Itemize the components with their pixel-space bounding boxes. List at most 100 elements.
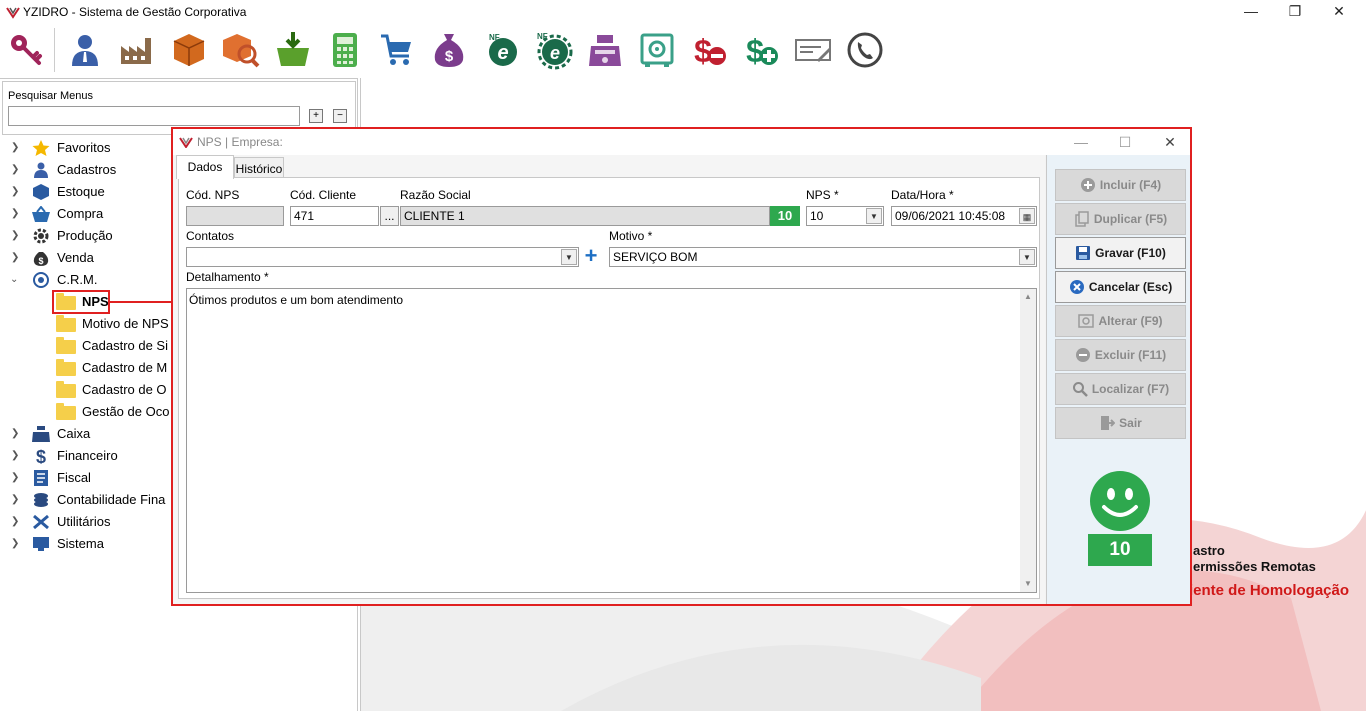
cash-register-icon (32, 426, 50, 442)
folder-icon (56, 403, 76, 420)
bg-text-homologacao: iente de Homologação (1189, 582, 1350, 599)
alterar-button[interactable]: Alterar (F9) (1055, 305, 1186, 337)
tree-expander[interactable]: ❯ (11, 467, 19, 489)
phone-icon[interactable] (845, 30, 885, 70)
tree-expander[interactable]: ❯ (11, 489, 19, 511)
tab-dados[interactable]: Dados (176, 155, 234, 179)
check-pen-icon[interactable] (793, 30, 833, 70)
svg-text:NF: NF (489, 33, 500, 42)
excluir-button[interactable]: Excluir (F11) (1055, 339, 1186, 371)
detalhamento-scrollbar[interactable]: ▲ ▼ (1020, 289, 1036, 592)
motivo-select[interactable]: SERVIÇO BOM ▼ (609, 247, 1037, 267)
dollar-minus-icon[interactable]: $ (689, 30, 729, 70)
scroll-up-icon[interactable]: ▲ (1020, 289, 1036, 305)
main-toolbar: $ e NF e NF $ $ (0, 24, 1366, 76)
chevron-down-icon[interactable]: ▼ (866, 208, 882, 224)
data-hora-label: Data/Hora * (891, 188, 954, 202)
minimize-button[interactable]: — (1228, 0, 1274, 24)
nfe-icon[interactable]: e NF (481, 30, 521, 70)
scroll-down-icon[interactable]: ▼ (1020, 576, 1036, 592)
collapse-all-button[interactable]: − (333, 109, 347, 123)
safe-icon[interactable] (637, 30, 677, 70)
tree-expander[interactable]: ❯ (11, 445, 19, 467)
app-title-bar: YZIDRO - Sistema de Gestão Corporativa —… (0, 0, 1366, 24)
dialog-close-button[interactable]: ✕ (1157, 132, 1183, 152)
dialog-minimize-button[interactable]: — (1068, 132, 1094, 152)
box-search-icon[interactable] (221, 30, 261, 70)
tree-expander[interactable]: ❯ (11, 423, 19, 445)
dollar-icon: $ (36, 448, 46, 464)
key-icon[interactable] (6, 30, 46, 70)
tree-expander[interactable]: ❯ (11, 159, 19, 181)
box-icon[interactable] (169, 30, 209, 70)
app-title: YZIDRO - Sistema de Gestão Corporativa (23, 5, 247, 19)
svg-text:$: $ (746, 33, 764, 69)
incluir-button[interactable]: Incluir (F4) (1055, 169, 1186, 201)
duplicar-button[interactable]: Duplicar (F5) (1055, 203, 1186, 235)
tree-expander[interactable]: ❯ (11, 137, 19, 159)
bg-text-permissoes: ermissões Remotas (1193, 559, 1316, 574)
cart-icon[interactable] (377, 30, 417, 70)
motivo-select-value: SERVIÇO BOM (613, 250, 698, 264)
maximize-button[interactable]: ❐ (1272, 0, 1318, 24)
expand-all-button[interactable]: + (309, 109, 323, 123)
gravar-button[interactable]: Gravar (F10) (1055, 237, 1186, 269)
nfse-icon[interactable]: e NF (533, 30, 573, 70)
add-contato-button[interactable]: + (581, 245, 601, 267)
coins-icon (34, 493, 48, 507)
detalhamento-value: Ótimos produtos e um bom atendimento (189, 293, 404, 307)
close-button[interactable]: ✕ (1316, 0, 1362, 24)
data-hora-input[interactable]: 09/06/2021 10:45:08 ▦ (891, 206, 1037, 226)
nps-highlight-box (52, 290, 110, 314)
cod-cliente-input[interactable]: 471 (290, 206, 379, 226)
box-icon (33, 184, 49, 200)
motivo-label: Motivo * (609, 229, 653, 243)
data-hora-value: 09/06/2021 10:45:08 (895, 209, 1006, 223)
factory-icon[interactable] (117, 30, 157, 70)
exit-icon (1101, 416, 1116, 430)
dialog-maximize-button[interactable]: ☐ (1112, 132, 1138, 152)
money-bag-icon: $ (33, 252, 49, 266)
money-bag-icon[interactable]: $ (429, 30, 469, 70)
minus-circle-icon (1075, 348, 1090, 362)
basket-download-icon[interactable] (273, 30, 313, 70)
cash-register-icon[interactable] (585, 30, 625, 70)
folder-icon (56, 337, 76, 354)
razao-social-label: Razão Social (400, 188, 471, 202)
detalhamento-textarea[interactable]: Ótimos produtos e um bom atendimento ▲ ▼ (186, 288, 1037, 593)
document-icon (34, 470, 48, 486)
sair-button[interactable]: Sair (1055, 407, 1186, 439)
contatos-select[interactable]: ▼ (186, 247, 579, 267)
tree-collapser[interactable]: ⌄ (10, 269, 18, 291)
calendar-icon[interactable]: ▦ (1019, 208, 1035, 224)
tree-expander[interactable]: ❯ (11, 247, 19, 269)
svg-text:NF: NF (537, 32, 548, 41)
cliente-lookup-button[interactable]: ... (380, 206, 399, 226)
tree-expander[interactable]: ❯ (11, 203, 19, 225)
nps-select[interactable]: 10 ▼ (806, 206, 884, 226)
cancelar-button[interactable]: Cancelar (Esc) (1055, 271, 1186, 303)
search-menus-input[interactable] (8, 106, 300, 126)
folder-icon (56, 381, 76, 398)
monitor-icon (33, 537, 49, 551)
localizar-button[interactable]: Localizar (F7) (1055, 373, 1186, 405)
calculator-icon[interactable] (325, 30, 365, 70)
chevron-down-icon[interactable]: ▼ (1019, 249, 1035, 265)
tree-expander[interactable]: ❯ (11, 225, 19, 247)
chevron-down-icon[interactable]: ▼ (561, 249, 577, 265)
basket-icon (32, 206, 50, 222)
plus-circle-icon (1080, 178, 1095, 192)
tree-expander[interactable]: ❯ (11, 511, 19, 533)
tab-historico[interactable]: Histórico (234, 157, 284, 177)
edit-icon (1078, 314, 1095, 328)
tree-expander[interactable]: ❯ (11, 533, 19, 555)
bg-text-cadastro: astro (1193, 543, 1225, 558)
folder-icon (56, 359, 76, 376)
user-icon[interactable] (65, 30, 105, 70)
svg-text:$: $ (445, 48, 454, 65)
cod-cliente-label: Cód. Cliente (290, 188, 357, 202)
dollar-plus-icon[interactable]: $ (741, 30, 781, 70)
app-logo-icon (179, 137, 193, 148)
star-icon (32, 140, 50, 156)
tree-expander[interactable]: ❯ (11, 181, 19, 203)
